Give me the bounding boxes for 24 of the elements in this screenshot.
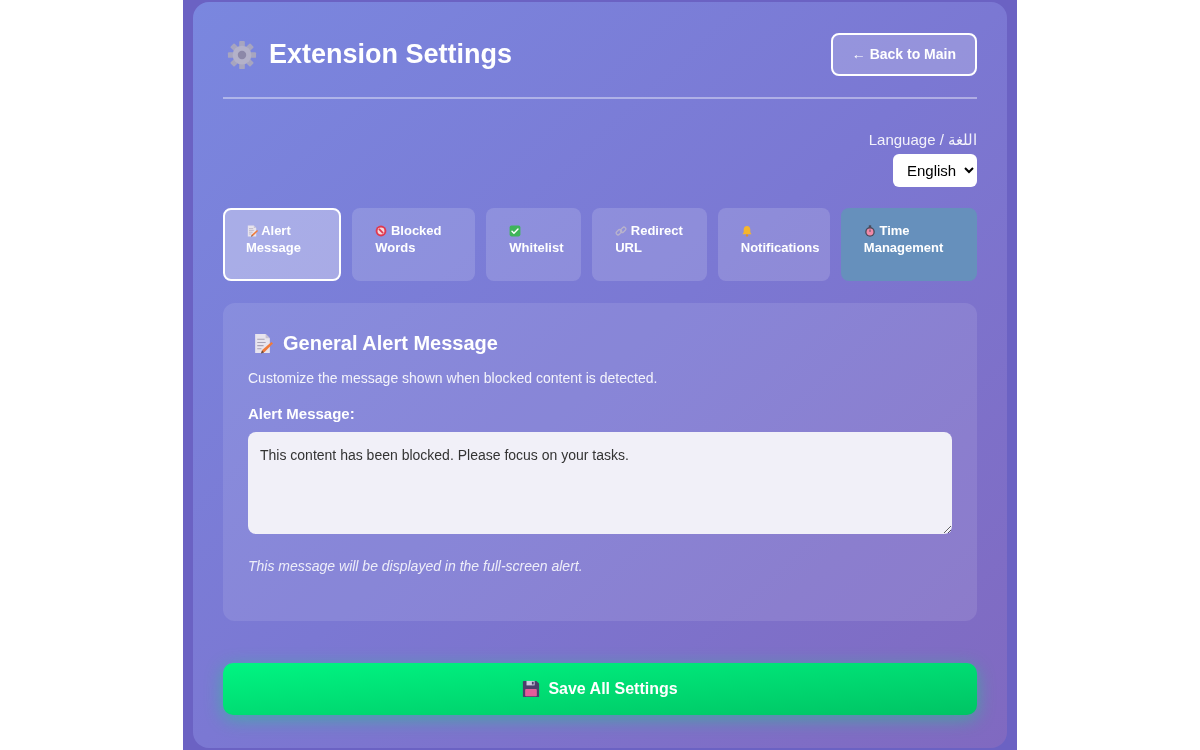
language-select[interactable]: English [893,154,977,187]
field-label: Alert Message: [248,405,356,423]
back-button[interactable]: ← Back to Main [830,33,977,76]
language-label: Language / اللغة [868,131,977,149]
page-title: Extension Settings [269,41,513,68]
document-pencil-icon [246,225,258,237]
settings-icon [227,39,257,70]
bell-icon [740,225,753,237]
tab[interactable]: Alert Message [223,208,342,281]
tab[interactable]: Time Management [840,208,977,281]
link-icon [615,225,628,237]
save-button[interactable]: Save All Settings [223,663,977,715]
tab[interactable]: Blocked Words [352,208,476,281]
document-pencil-icon [252,332,273,354]
section-description: Customize the message shown when blocked content is detected. [248,369,659,387]
tab[interactable]: Notifications [717,208,830,281]
prohibited-icon [375,225,388,237]
section-title: General Alert Message [283,331,498,355]
field-hint: This message will be displayed in the full-screen alert. [248,557,584,575]
stopwatch-icon [863,225,876,237]
checkmark-icon [509,225,522,237]
tab[interactable]: Whitelist [486,208,582,281]
alert-message-textarea[interactable]: This content has been blocked. Please focus on your tasks. [248,432,952,534]
tab[interactable]: Redirect URL [592,208,707,281]
